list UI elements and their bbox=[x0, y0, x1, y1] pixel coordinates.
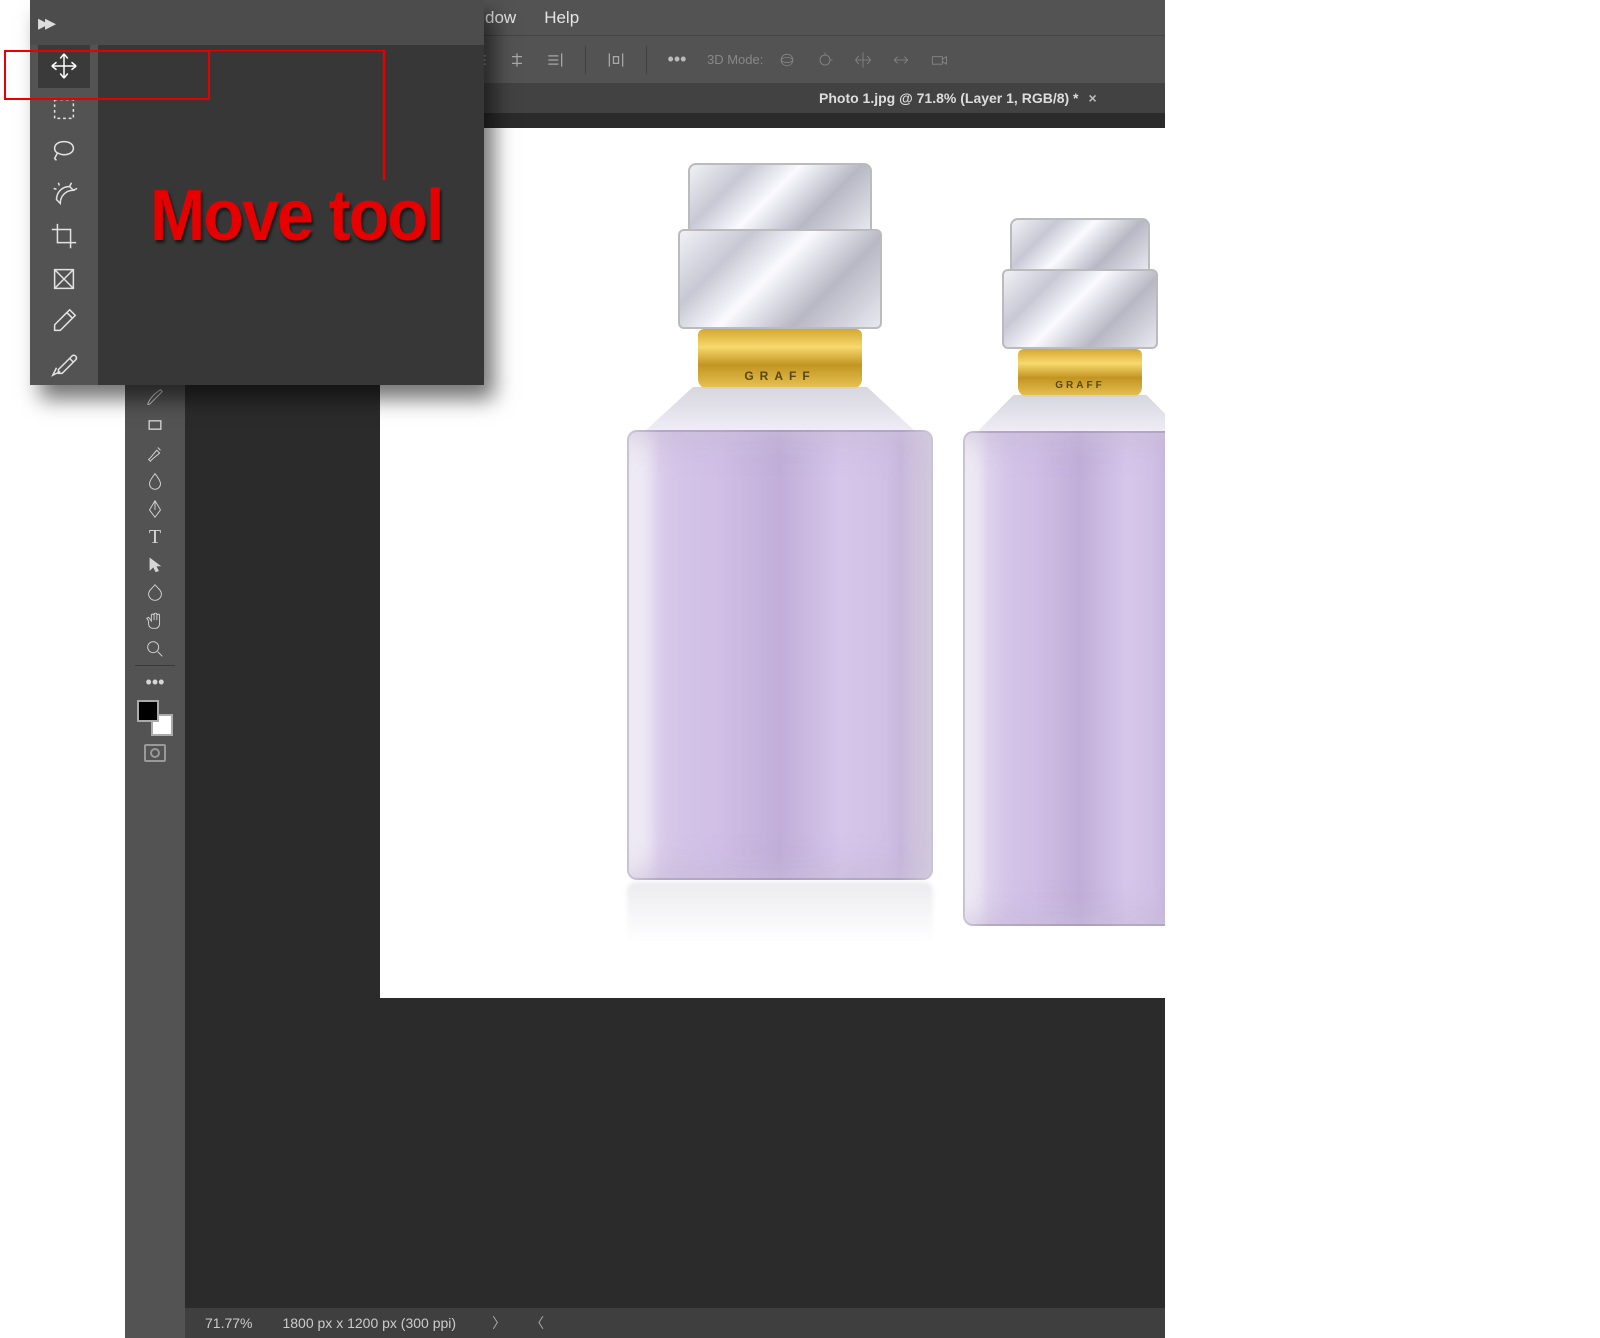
shape-tool-icon[interactable] bbox=[137, 579, 173, 607]
canvas-image-perfume: GRAFF bbox=[610, 163, 950, 942]
history-brush-icon[interactable] bbox=[137, 439, 173, 467]
enlarged-tool-overlay: ▸▸ Move tool bbox=[30, 0, 484, 385]
3d-pan-icon[interactable] bbox=[849, 46, 877, 74]
rectangle-tool-icon[interactable] bbox=[137, 411, 173, 439]
type-tool-icon[interactable]: T bbox=[137, 523, 173, 551]
document-info[interactable]: 1800 px x 1200 px (300 ppi) bbox=[282, 1315, 456, 1331]
healing-brush-tool-icon[interactable] bbox=[38, 343, 90, 386]
overlay-header: ▸▸ bbox=[30, 0, 484, 45]
bottle-collar: GRAFF bbox=[698, 329, 861, 389]
close-icon[interactable]: × bbox=[1089, 90, 1097, 106]
3d-rotate-icon[interactable] bbox=[811, 46, 839, 74]
crop-tool-icon[interactable] bbox=[38, 215, 90, 258]
bottle-shoulder bbox=[976, 395, 1165, 433]
annotation-highlight-box bbox=[4, 50, 210, 100]
chevron-right-icon[interactable]: 〉 bbox=[486, 1313, 512, 1333]
bottle-cap-top bbox=[1010, 218, 1150, 273]
edit-toolbar-icon[interactable]: ••• bbox=[137, 668, 173, 696]
brand-label: GRAFF bbox=[1018, 380, 1143, 391]
menu-window[interactable]: dow bbox=[485, 8, 516, 28]
3d-mode-label: 3D Mode: bbox=[707, 52, 763, 67]
collapse-icon[interactable]: ▸▸ bbox=[38, 10, 52, 36]
pen-tool-icon[interactable] bbox=[137, 495, 173, 523]
3d-camera-icon[interactable] bbox=[925, 46, 953, 74]
align-center-h-icon[interactable] bbox=[503, 46, 531, 74]
frame-tool-icon[interactable] bbox=[38, 258, 90, 301]
canvas-image-perfume-copy: GRAFF bbox=[950, 218, 1165, 926]
3d-orbit-icon[interactable] bbox=[773, 46, 801, 74]
bottle-body bbox=[963, 431, 1165, 926]
bottle-collar: GRAFF bbox=[1018, 349, 1143, 397]
eyedropper-tool-icon[interactable] bbox=[38, 300, 90, 343]
menu-help[interactable]: Help bbox=[544, 8, 579, 28]
color-swatches[interactable] bbox=[137, 700, 173, 736]
bottle-shoulder bbox=[644, 387, 916, 432]
align-right-icon[interactable] bbox=[541, 46, 569, 74]
zoom-level[interactable]: 71.77% bbox=[205, 1315, 252, 1331]
bottle-reflection bbox=[627, 882, 933, 942]
bottle-cap-top bbox=[688, 163, 872, 233]
separator bbox=[585, 46, 586, 74]
quickmask-icon[interactable] bbox=[144, 744, 166, 762]
zoom-tool-icon[interactable] bbox=[137, 635, 173, 663]
smudge-tool-icon[interactable] bbox=[137, 467, 173, 495]
brand-label: GRAFF bbox=[698, 369, 861, 383]
brush-tool-icon[interactable] bbox=[137, 383, 173, 411]
status-bar: 71.77% 1800 px x 1200 px (300 ppi) 〉 〈 bbox=[185, 1308, 1165, 1338]
quick-selection-tool-icon[interactable] bbox=[38, 173, 90, 216]
bottle-body bbox=[627, 430, 933, 880]
annotation-label: Move tool bbox=[150, 175, 443, 257]
more-options-icon[interactable]: ••• bbox=[663, 46, 691, 74]
document-tab[interactable]: Photo 1.jpg @ 71.8% (Layer 1, RGB/8) * × bbox=[805, 83, 1111, 113]
path-selection-icon[interactable] bbox=[137, 551, 173, 579]
chevron-left-icon[interactable]: 〈 bbox=[524, 1313, 550, 1333]
lasso-tool-icon[interactable] bbox=[38, 130, 90, 173]
document-canvas[interactable]: GRAFF GRAFF bbox=[380, 128, 1165, 998]
document-tab-title: Photo 1.jpg @ 71.8% (Layer 1, RGB/8) * bbox=[819, 90, 1079, 106]
separator bbox=[135, 665, 175, 666]
bottle-cap bbox=[1002, 269, 1158, 349]
separator bbox=[646, 46, 647, 74]
bottle-cap bbox=[678, 229, 882, 329]
distribute-icon[interactable] bbox=[602, 46, 630, 74]
hand-tool-icon[interactable] bbox=[137, 607, 173, 635]
foreground-color-swatch[interactable] bbox=[137, 700, 159, 722]
3d-slide-icon[interactable] bbox=[887, 46, 915, 74]
